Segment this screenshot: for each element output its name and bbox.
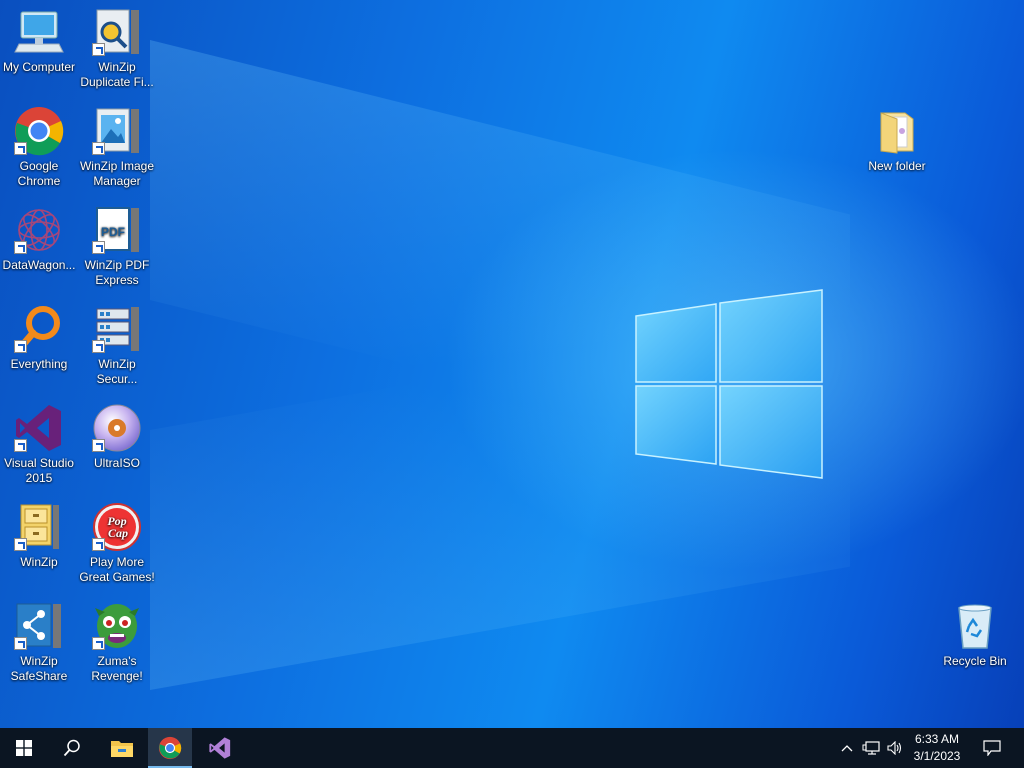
- winzip-safeshare-icon: [13, 600, 65, 652]
- desktop-icon-winzip-image-manager[interactable]: WinZip Image Manager: [78, 105, 156, 189]
- desktop-icon-label: Visual Studio 2015: [4, 456, 74, 485]
- popcap-icon: Pop Cap: [91, 501, 143, 553]
- desktop-icon-winzip-duplicate-finder[interactable]: WinZip Duplicate Fi...: [78, 6, 156, 90]
- visual-studio-icon: [13, 402, 65, 454]
- shortcut-arrow-icon: [14, 142, 27, 155]
- desktop-icon-winzip-secure[interactable]: WinZip Secur...: [78, 303, 156, 387]
- action-center-button[interactable]: [978, 728, 1006, 768]
- desktop-icon-label: Everything: [10, 357, 68, 371]
- desktop-icon-winzip-pdf-express[interactable]: PDF WinZip PDF Express: [78, 204, 156, 288]
- desktop-icon-visual-studio[interactable]: Visual Studio 2015: [0, 402, 78, 486]
- desktop-icon-datawagon[interactable]: DataWagon...: [0, 204, 78, 273]
- desktop-icon-label: My Computer: [2, 60, 76, 74]
- volume-icon: [887, 741, 902, 755]
- shortcut-arrow-icon: [14, 637, 27, 650]
- shortcut-arrow-icon: [92, 439, 105, 452]
- taskbar-file-explorer[interactable]: [98, 728, 146, 768]
- shortcut-arrow-icon: [14, 439, 27, 452]
- visual-studio-icon: [209, 737, 231, 759]
- desktop-icon-popcap-games[interactable]: Pop Cap Play More Great Games!: [78, 501, 156, 585]
- desktop-icon-everything[interactable]: Everything: [0, 303, 78, 372]
- desktop-icon-zumas-revenge[interactable]: Zuma's Revenge!: [78, 600, 156, 684]
- shortcut-arrow-icon: [92, 538, 105, 551]
- desktop-icon-label: DataWagon...: [2, 258, 76, 272]
- desktop-icon-label: Recycle Bin: [943, 654, 1007, 668]
- desktop-icon-label: Zuma's Revenge!: [91, 654, 143, 683]
- taskbar-google-chrome[interactable]: [148, 728, 192, 768]
- folder-icon: [871, 105, 923, 157]
- datawagon-icon: [13, 204, 65, 256]
- winzip-duplicate-icon: [91, 6, 143, 58]
- svg-text:PDF: PDF: [101, 225, 125, 239]
- clock-date: 3/1/2023: [913, 749, 961, 763]
- desktop-icon-label: Google Chrome: [17, 159, 61, 188]
- shortcut-arrow-icon: [14, 538, 27, 551]
- desktop-icon-google-chrome[interactable]: Google Chrome: [0, 105, 78, 189]
- chrome-icon: [158, 736, 182, 760]
- everything-icon: [13, 303, 65, 355]
- clock-time: 6:33 AM: [914, 732, 960, 746]
- computer-icon: [13, 6, 65, 58]
- taskbar-visual-studio[interactable]: [196, 728, 244, 768]
- shortcut-arrow-icon: [92, 340, 105, 353]
- network-button[interactable]: [860, 728, 882, 768]
- shortcut-arrow-icon: [92, 637, 105, 650]
- desktop-icon-label: WinZip Secur...: [96, 357, 138, 386]
- action-center-icon: [983, 740, 1001, 756]
- desktop-background[interactable]: My Computer Google Chrome DataWagon... E…: [0, 0, 1024, 728]
- ultraiso-icon: [91, 402, 143, 454]
- desktop-icon-label: Play More Great Games!: [79, 555, 155, 584]
- windows-start-icon: [16, 740, 32, 756]
- recycle-bin-icon: [949, 600, 1001, 652]
- taskbar: 6:33 AM 3/1/2023: [0, 728, 1024, 768]
- shortcut-arrow-icon: [92, 241, 105, 254]
- show-hidden-icons-button[interactable]: [838, 728, 856, 768]
- zuma-icon: [91, 600, 143, 652]
- winzip-pdf-icon: PDF: [91, 204, 143, 256]
- chevron-up-icon: [841, 745, 853, 752]
- shortcut-arrow-icon: [14, 241, 27, 254]
- desktop-icon-label: UltraISO: [93, 456, 140, 470]
- desktop-icon-label: WinZip Duplicate Fi...: [80, 60, 154, 89]
- winzip-secure-icon: [91, 303, 143, 355]
- shortcut-arrow-icon: [14, 340, 27, 353]
- winzip-image-icon: [91, 105, 143, 157]
- desktop-icon-new-folder[interactable]: New folder: [858, 105, 936, 174]
- desktop-icon-winzip[interactable]: WinZip: [0, 501, 78, 570]
- taskbar-clock[interactable]: 6:33 AM 3/1/2023: [902, 731, 972, 765]
- desktop-icon-label: WinZip: [20, 555, 58, 569]
- desktop-icon-recycle-bin[interactable]: Recycle Bin: [936, 600, 1014, 669]
- file-explorer-icon: [111, 741, 133, 757]
- chrome-icon: [13, 105, 65, 157]
- desktop-icon-my-computer[interactable]: My Computer: [0, 6, 78, 75]
- desktop-icon-label: WinZip PDF Express: [84, 258, 150, 287]
- desktop-icon-label: WinZip SafeShare: [10, 654, 68, 683]
- windows-logo-wallpaper: [635, 289, 823, 479]
- shortcut-arrow-icon: [92, 142, 105, 155]
- desktop-icon-ultraiso[interactable]: UltraISO: [78, 402, 156, 471]
- desktop-icon-label: WinZip Image Manager: [79, 159, 155, 188]
- winzip-icon: [13, 501, 65, 553]
- search-button[interactable]: [48, 728, 96, 768]
- network-icon: [862, 741, 880, 755]
- start-button[interactable]: [0, 728, 48, 768]
- desktop-icon-winzip-safeshare[interactable]: WinZip SafeShare: [0, 600, 78, 684]
- svg-text:Cap: Cap: [108, 526, 128, 540]
- shortcut-arrow-icon: [92, 43, 105, 56]
- search-icon: [63, 739, 80, 757]
- desktop-icon-label: New folder: [868, 159, 926, 173]
